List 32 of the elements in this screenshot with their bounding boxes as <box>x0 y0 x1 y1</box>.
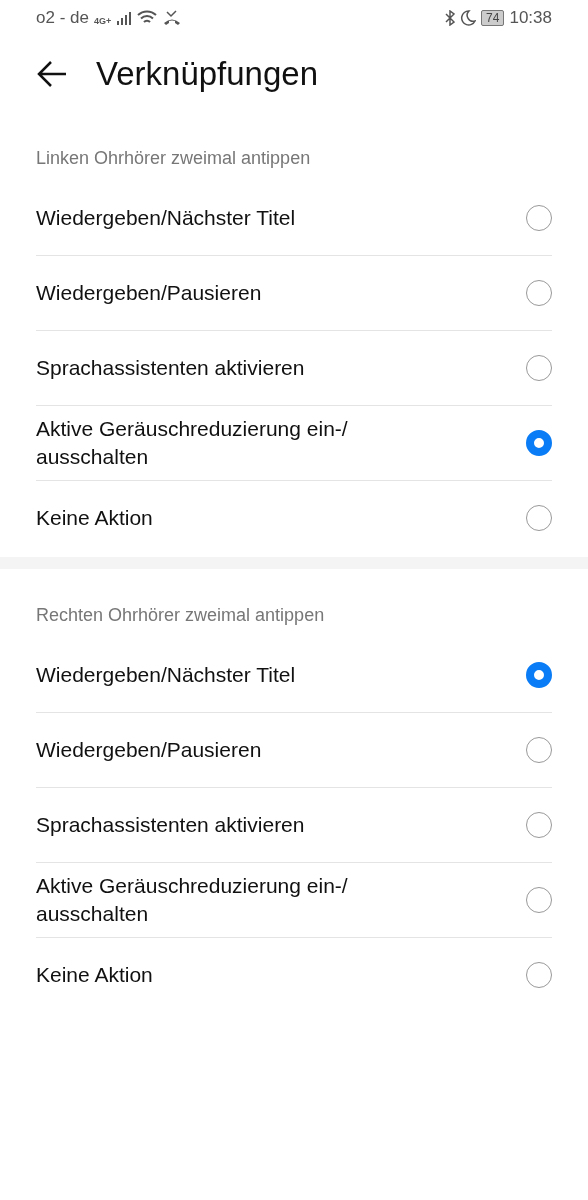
option-label: Aktive Geräuschreduzierung ein-/ ausschalten <box>36 416 349 470</box>
radio-button[interactable] <box>526 280 552 306</box>
radio-button[interactable] <box>526 505 552 531</box>
option-label: Wiedergeben/Pausieren <box>36 737 262 763</box>
option-label: Aktive Geräuschreduzierung ein-/ ausschalten <box>36 873 349 927</box>
moon-icon <box>460 10 477 26</box>
option-label: Wiedergeben/Nächster Titel <box>36 205 296 231</box>
option-label: Wiedergeben/Pausieren <box>36 280 262 306</box>
signal-icon <box>116 11 133 25</box>
option-label: Wiedergeben/Nächster Titel <box>36 662 296 688</box>
radio-button[interactable] <box>526 205 552 231</box>
radio-button[interactable] <box>526 662 552 688</box>
radio-button[interactable] <box>526 962 552 988</box>
section-heading: Linken Ohrhörer zweimal antippen <box>36 147 312 170</box>
radio-button[interactable] <box>526 737 552 763</box>
battery-level: 74 <box>481 10 505 26</box>
back-button[interactable] <box>36 60 68 88</box>
carrier-name: o2 - de <box>36 8 89 28</box>
option-label: Keine Aktion <box>36 962 153 988</box>
radio-button[interactable] <box>526 355 552 381</box>
clock: 10:38 <box>509 8 552 28</box>
section-heading: Rechten Ohrhörer zweimal antippen <box>36 604 326 627</box>
missed-call-icon <box>162 10 183 26</box>
option-label: Sprachassistenten aktivieren <box>36 355 305 381</box>
radio-button[interactable] <box>526 430 552 456</box>
radio-button[interactable] <box>526 887 552 913</box>
network-type: 4G+ <box>93 16 112 26</box>
option-label: Keine Aktion <box>36 505 153 531</box>
page-title: Verknüpfungen <box>96 55 319 93</box>
option-label: Sprachassistenten aktivieren <box>36 812 305 838</box>
bluetooth-icon <box>445 10 456 26</box>
radio-button[interactable] <box>526 812 552 838</box>
